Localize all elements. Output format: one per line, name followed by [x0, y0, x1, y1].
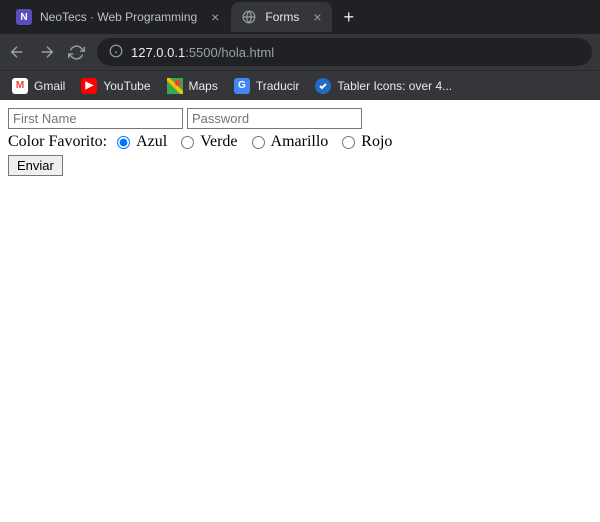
bookmark-youtube[interactable]: ▶ YouTube — [81, 78, 150, 94]
browser-chrome: N NeoTecs · Web Programming × Forms × + — [0, 0, 600, 100]
address-bar[interactable]: 127.0.0.1:5500/hola.html — [97, 38, 592, 66]
tab-title: NeoTecs · Web Programming — [40, 10, 197, 24]
maps-icon — [167, 78, 183, 94]
bookmark-translate[interactable]: G Traducir — [234, 78, 300, 94]
reload-icon[interactable] — [68, 44, 85, 61]
tabler-icon — [315, 78, 331, 94]
bookmark-label: Maps — [189, 79, 218, 93]
color-label: Color Favorito: — [8, 133, 107, 151]
submit-button[interactable]: Enviar — [8, 155, 63, 176]
url-text: 127.0.0.1:5500/hola.html — [131, 45, 274, 60]
favicon-globe-icon — [241, 9, 257, 25]
bookmark-maps[interactable]: Maps — [167, 78, 218, 94]
close-icon[interactable]: × — [211, 9, 219, 25]
tabs-bar: N NeoTecs · Web Programming × Forms × + — [0, 0, 600, 34]
bookmark-label: YouTube — [103, 79, 150, 93]
label-azul: Azul — [136, 133, 167, 151]
radio-amarillo[interactable] — [252, 136, 265, 149]
bookmarks-bar: M Gmail ▶ YouTube Maps G Traducir Tabler… — [0, 70, 600, 100]
label-verde: Verde — [200, 133, 237, 151]
info-icon — [109, 44, 123, 61]
nav-bar: 127.0.0.1:5500/hola.html — [0, 34, 600, 70]
bookmark-label: Tabler Icons: over 4... — [337, 79, 452, 93]
tab-title: Forms — [265, 10, 299, 24]
page-content: Color Favorito: Azul Verde Amarillo Rojo… — [0, 100, 600, 184]
close-icon[interactable]: × — [313, 9, 321, 25]
favicon-neotecs-icon: N — [16, 9, 32, 25]
tab-neotecs[interactable]: N NeoTecs · Web Programming × — [6, 2, 229, 32]
forward-icon[interactable] — [38, 43, 56, 61]
first-name-input[interactable] — [8, 108, 183, 129]
back-icon[interactable] — [8, 43, 26, 61]
radio-rojo[interactable] — [342, 136, 355, 149]
bookmark-tabler[interactable]: Tabler Icons: over 4... — [315, 78, 452, 94]
form: Color Favorito: Azul Verde Amarillo Rojo… — [8, 108, 592, 176]
radio-azul[interactable] — [117, 136, 130, 149]
bookmark-label: Gmail — [34, 79, 65, 93]
label-rojo: Rojo — [361, 133, 392, 151]
translate-icon: G — [234, 78, 250, 94]
radio-verde[interactable] — [181, 136, 194, 149]
bookmark-gmail[interactable]: M Gmail — [12, 78, 65, 94]
password-input[interactable] — [187, 108, 362, 129]
label-amarillo: Amarillo — [271, 133, 329, 151]
new-tab-button[interactable]: + — [334, 7, 365, 28]
youtube-icon: ▶ — [81, 78, 97, 94]
tab-forms[interactable]: Forms × — [231, 2, 331, 32]
bookmark-label: Traducir — [256, 79, 300, 93]
gmail-icon: M — [12, 78, 28, 94]
